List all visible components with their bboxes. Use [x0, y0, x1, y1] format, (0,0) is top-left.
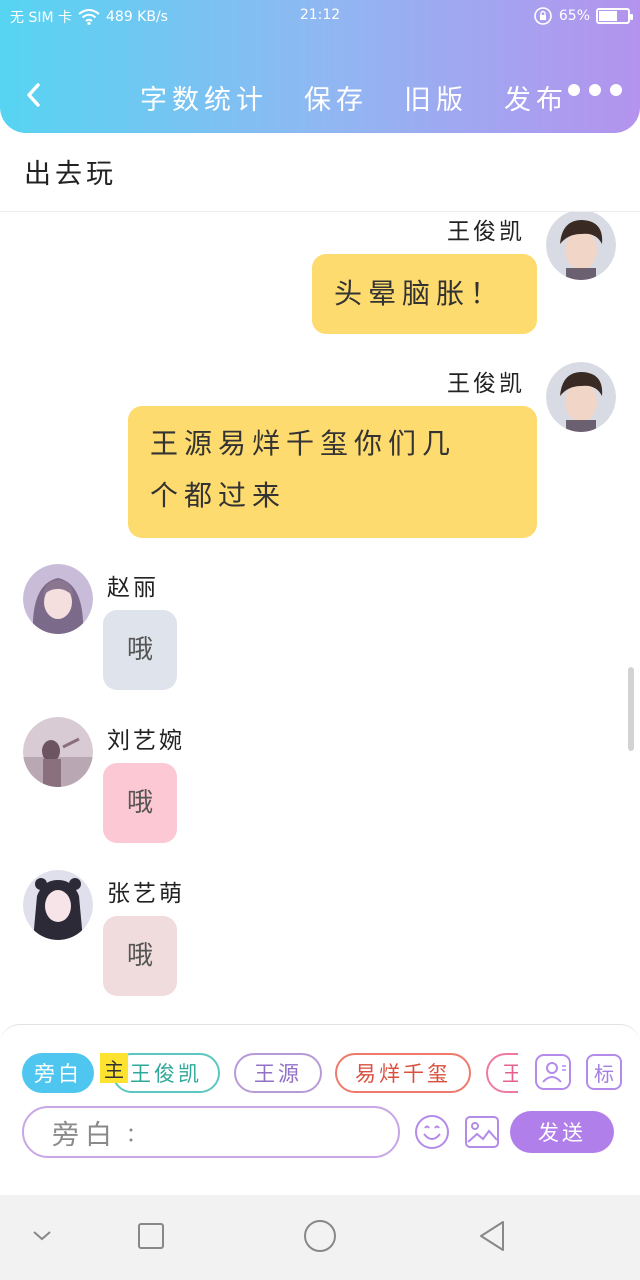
avatar[interactable]: [23, 870, 93, 940]
status-bar: 无 SIM 卡 489 KB/s 21:12 65%: [0, 0, 640, 34]
character-selector[interactable]: 旁白 王俊凯 王源 易烊千玺 王: [22, 1053, 518, 1095]
sender-name: 王俊凯: [447, 219, 525, 245]
character-chip[interactable]: 王源: [234, 1053, 322, 1093]
sender-name: 张艺萌: [107, 881, 185, 907]
top-nav: 字数统计 保存 旧版 发布: [0, 70, 640, 120]
system-navigation-bar: [0, 1195, 640, 1280]
top-header: 无 SIM 卡 489 KB/s 21:12 65% 字数统计 保存 旧版 发布: [0, 0, 640, 133]
battery-fill: [599, 11, 618, 21]
chat-bubble-line: 王源易烊千玺你们几: [150, 427, 457, 460]
character-chip-narrator[interactable]: 旁白: [22, 1053, 94, 1093]
publish-button[interactable]: 发布: [504, 78, 568, 117]
emoji-icon[interactable]: [414, 1114, 450, 1150]
chat-area[interactable]: 王俊凯 头晕脑胀！ 王俊凯 王源易烊千玺你们几 个都过来 赵丽 哦 刘艺婉 哦 …: [0, 212, 640, 1024]
main-character-badge: 主: [100, 1053, 128, 1083]
avatar[interactable]: [546, 212, 616, 280]
chat-bubble: 哦: [103, 610, 177, 690]
back-triangle-icon[interactable]: [477, 1219, 507, 1253]
sender-name: 刘艺婉: [107, 728, 185, 754]
chat-bubble-line: 个都过来: [150, 479, 287, 512]
more-horizontal-icon[interactable]: [568, 84, 622, 96]
chevron-down-icon[interactable]: [30, 1221, 54, 1251]
send-button[interactable]: 发送: [510, 1111, 614, 1153]
avatar[interactable]: [546, 362, 616, 432]
avatar[interactable]: [23, 564, 93, 634]
message-input[interactable]: 旁白 ：: [22, 1106, 400, 1158]
mark-button[interactable]: 标: [586, 1054, 622, 1090]
scrollbar[interactable]: [628, 667, 634, 751]
image-icon[interactable]: [464, 1114, 500, 1150]
chat-bubble: 王源易烊千玺你们几 个都过来: [128, 406, 537, 538]
chat-bubble: 头晕脑胀！: [312, 254, 537, 334]
sender-name: 赵丽: [107, 575, 159, 601]
character-chip[interactable]: 易烊千玺: [335, 1053, 471, 1093]
old-version-button[interactable]: 旧版: [404, 78, 468, 117]
save-button[interactable]: 保存: [304, 78, 368, 117]
sender-name: 王俊凯: [447, 371, 525, 397]
character-chip[interactable]: 王: [486, 1053, 518, 1093]
battery-icon: [596, 8, 633, 24]
chevron-left-icon[interactable]: [20, 78, 50, 112]
word-count-button[interactable]: 字数统计: [140, 78, 268, 117]
input-placeholder: 旁白: [52, 1119, 118, 1151]
avatar[interactable]: [23, 717, 93, 787]
square-icon[interactable]: [137, 1221, 165, 1251]
home-circle-icon[interactable]: [303, 1219, 337, 1253]
contact-icon[interactable]: [535, 1054, 571, 1090]
rotation-lock-icon: [534, 7, 552, 25]
chat-bubble: 哦: [103, 763, 177, 843]
battery-percent: 65%: [558, 8, 590, 24]
story-title: 出去玩: [24, 159, 117, 190]
input-colon: ：: [126, 1121, 146, 1146]
character-chip[interactable]: 王俊凯: [112, 1053, 220, 1093]
chat-bubble: 哦: [103, 916, 177, 996]
